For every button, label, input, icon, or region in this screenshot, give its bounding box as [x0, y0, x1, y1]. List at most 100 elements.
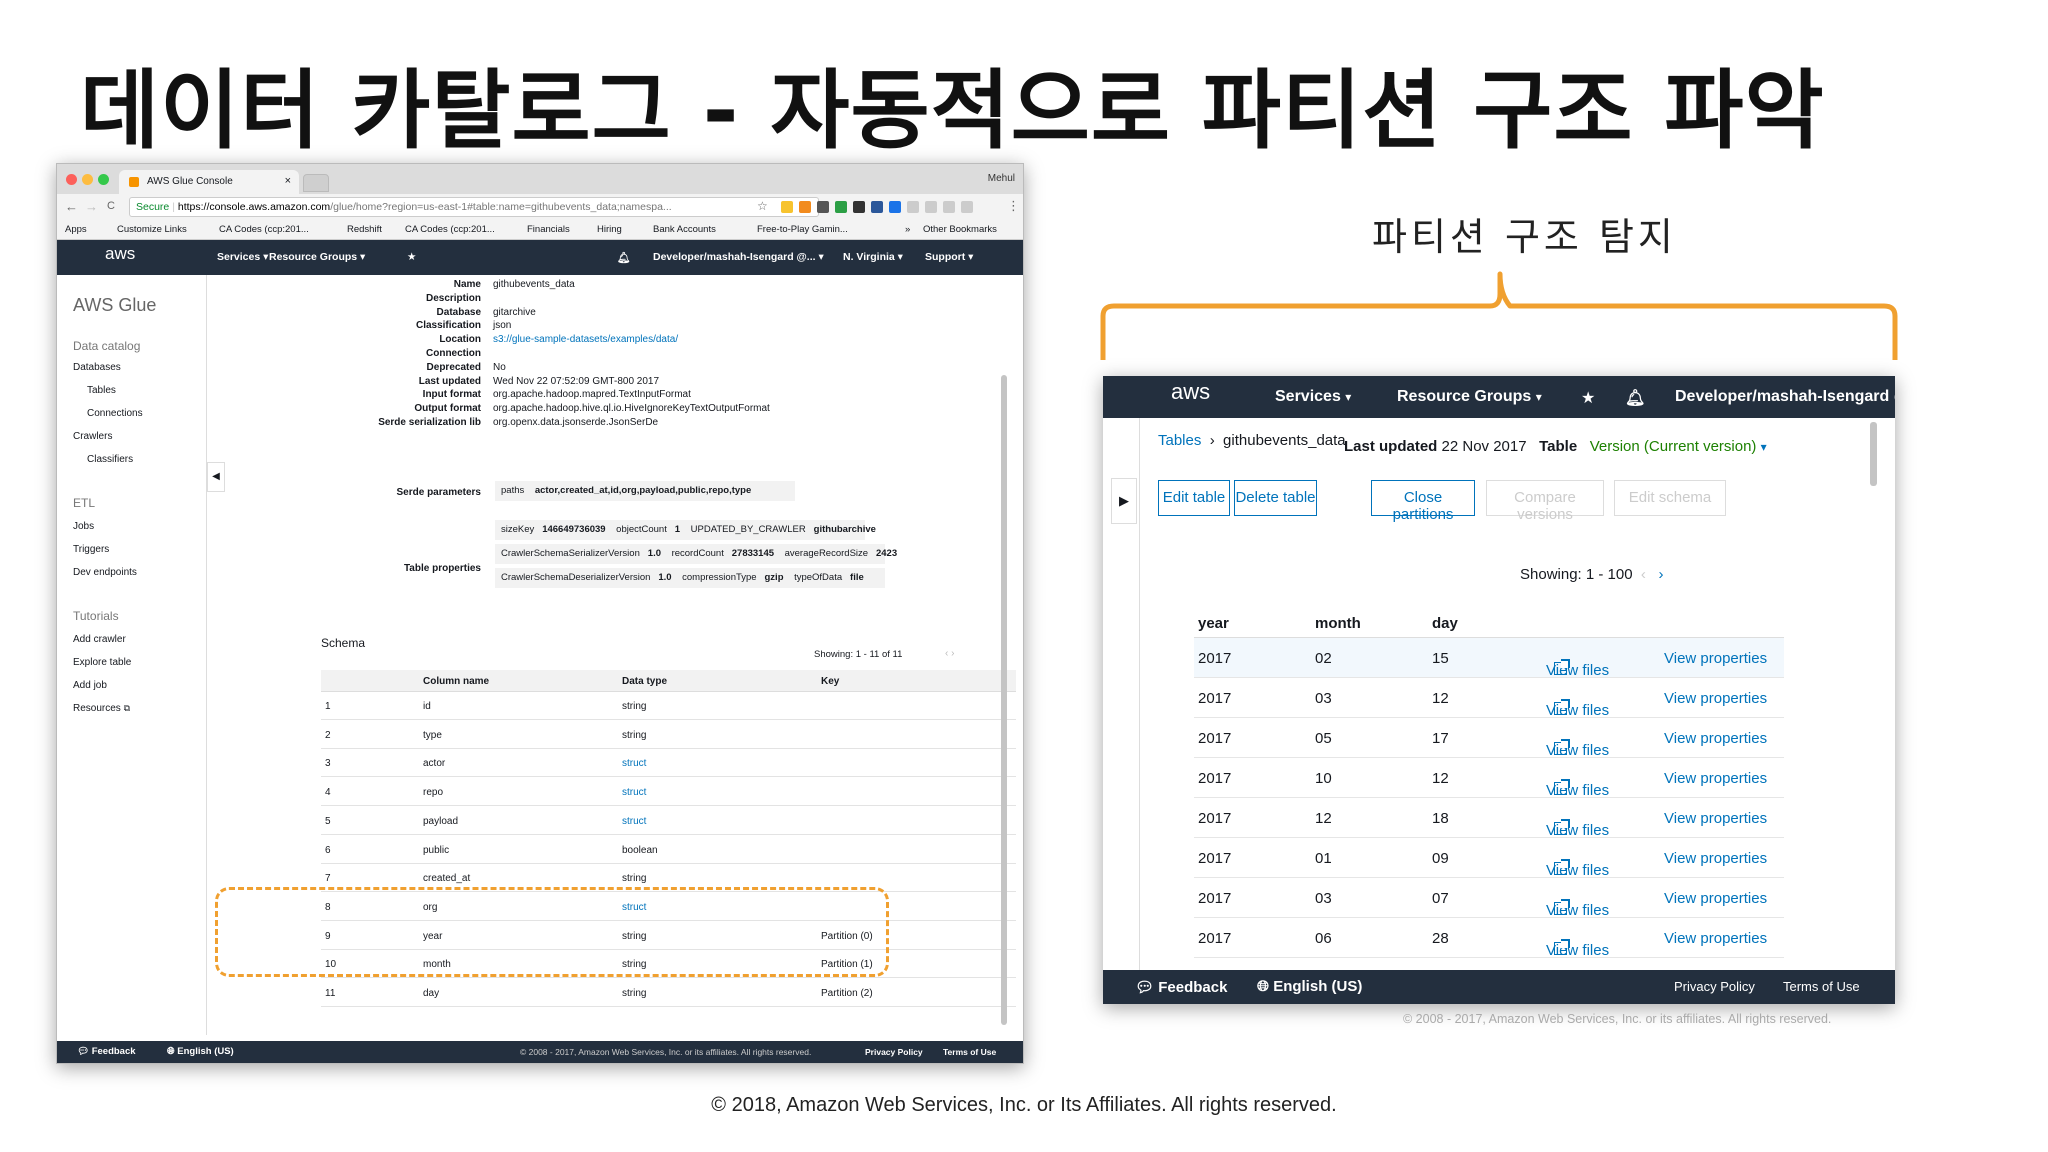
- sidebar-item-resources[interactable]: Resources ⧉: [73, 703, 130, 714]
- sidebar-item-connections[interactable]: Connections: [87, 408, 143, 419]
- extension-icon[interactable]: [943, 201, 955, 213]
- view-properties-link[interactable]: View properties: [1664, 690, 1767, 707]
- bookmark-other[interactable]: Other Bookmarks: [923, 224, 997, 235]
- schema-data-type[interactable]: struct: [622, 758, 646, 769]
- schema-data-type[interactable]: struct: [622, 787, 646, 798]
- services-menu[interactable]: Services ▾: [217, 251, 268, 263]
- sidebar-item-crawlers[interactable]: Crawlers: [73, 431, 112, 442]
- support-menu[interactable]: Support ▾: [925, 251, 973, 263]
- partitions-scrollbar[interactable]: [1870, 422, 1877, 486]
- property-value[interactable]: s3://glue-sample-datasets/examples/data/: [493, 334, 678, 345]
- bookmark-apps[interactable]: Apps: [65, 224, 87, 235]
- language-selector[interactable]: 🌐︎ English (US): [167, 1046, 234, 1057]
- view-files-link[interactable]: View files: [1546, 730, 1609, 759]
- terms-of-use-link[interactable]: Terms of Use: [1783, 979, 1860, 994]
- back-icon[interactable]: ←: [65, 199, 78, 214]
- sidebar-item-triggers[interactable]: Triggers: [73, 544, 109, 555]
- services-menu[interactable]: Services ▾: [1275, 388, 1351, 406]
- url-bar[interactable]: Secure | https://console.aws.amazon.com/…: [129, 197, 819, 217]
- bookmark-bank-accounts[interactable]: Bank Accounts: [653, 224, 716, 235]
- rss-extension-icon[interactable]: [799, 201, 811, 213]
- view-properties-link[interactable]: View properties: [1664, 810, 1767, 827]
- sidebar-item-add-crawler[interactable]: Add crawler: [73, 634, 126, 645]
- evernote-extension-icon[interactable]: [835, 201, 847, 213]
- sidebar-item-add-job[interactable]: Add job: [73, 680, 107, 691]
- expand-sidebar-button[interactable]: ▶: [1111, 478, 1137, 524]
- content-scrollbar[interactable]: [1001, 375, 1007, 1025]
- view-files-link[interactable]: View files: [1546, 850, 1609, 879]
- edit-table-button[interactable]: Edit table: [1158, 480, 1230, 516]
- schema-row[interactable]: 2 type string: [321, 721, 1016, 749]
- bookmark-ca-codes-2[interactable]: CA Codes (ccp:201...: [405, 224, 495, 235]
- reload-icon[interactable]: C: [107, 200, 115, 212]
- sidebar-item-jobs[interactable]: Jobs: [73, 521, 94, 532]
- privacy-policy-link[interactable]: Privacy Policy: [865, 1047, 923, 1057]
- schema-row[interactable]: 1 id string: [321, 692, 1016, 720]
- language-selector[interactable]: 🌐︎ English (US): [1257, 978, 1362, 995]
- bookmark-redshift[interactable]: Redshift: [347, 224, 382, 235]
- maximize-window-icon[interactable]: [98, 174, 109, 185]
- sidebar-item-databases[interactable]: Databases: [73, 362, 121, 373]
- extension-icon[interactable]: [781, 201, 793, 213]
- account-label[interactable]: Developer/mashah-Isengard @...: [1675, 388, 1895, 406]
- view-files-link[interactable]: View files: [1546, 930, 1609, 959]
- aws-logo[interactable]: aws: [105, 244, 135, 264]
- view-properties-link[interactable]: View properties: [1664, 850, 1767, 867]
- tab-close-icon[interactable]: ×: [285, 175, 291, 187]
- pocket-extension-icon[interactable]: [817, 201, 829, 213]
- aws-logo[interactable]: aws: [1171, 379, 1210, 405]
- view-properties-link[interactable]: View properties: [1664, 890, 1767, 907]
- bookmark-financials[interactable]: Financials: [527, 224, 570, 235]
- resource-groups-menu[interactable]: Resource Groups ▾: [269, 251, 365, 263]
- compare-versions-button[interactable]: Compare versions: [1486, 480, 1604, 523]
- m-extension-icon[interactable]: [871, 201, 883, 213]
- view-files-link[interactable]: View files: [1546, 770, 1609, 799]
- browser-menu-icon[interactable]: ⋮: [1007, 198, 1020, 214]
- bookmark-star-icon[interactable]: ☆: [757, 199, 768, 213]
- account-menu[interactable]: Developer/mashah-Isengard @... ▾: [653, 251, 824, 263]
- bell-icon[interactable]: 🔔︎: [617, 251, 630, 264]
- view-properties-link[interactable]: View properties: [1664, 650, 1767, 667]
- bookmarks-overflow[interactable]: »: [905, 224, 910, 235]
- new-tab-button[interactable]: [303, 174, 329, 192]
- view-properties-link[interactable]: View properties: [1664, 730, 1767, 747]
- delete-table-button[interactable]: Delete table: [1234, 480, 1317, 516]
- schema-row[interactable]: 3 actor struct: [321, 749, 1016, 778]
- bookmark-hiring[interactable]: Hiring: [597, 224, 622, 235]
- schema-row[interactable]: 11 day string Partition (2): [321, 979, 1016, 1007]
- view-properties-link[interactable]: View properties: [1664, 930, 1767, 947]
- extension-icon[interactable]: [961, 201, 973, 213]
- view-files-link[interactable]: View files: [1546, 810, 1609, 839]
- schema-row[interactable]: 4 repo struct: [321, 778, 1016, 807]
- view-properties-link[interactable]: View properties: [1664, 770, 1767, 787]
- view-files-link[interactable]: View files: [1546, 890, 1609, 919]
- terms-of-use-link[interactable]: Terms of Use: [943, 1047, 996, 1057]
- schema-row[interactable]: 6 public boolean: [321, 836, 1016, 864]
- region-menu[interactable]: N. Virginia ▾: [843, 251, 903, 263]
- resource-groups-menu[interactable]: Resource Groups ▾: [1397, 388, 1542, 406]
- close-window-icon[interactable]: [66, 174, 77, 185]
- view-files-link[interactable]: View files: [1546, 650, 1609, 679]
- sidebar-item-tables[interactable]: Tables: [87, 385, 116, 396]
- minimize-window-icon[interactable]: [82, 174, 93, 185]
- bookmark-free-to-play[interactable]: Free-to-Play Gamin...: [757, 224, 848, 235]
- pin-icon[interactable]: ★: [1581, 388, 1595, 408]
- bell-icon[interactable]: 🔔︎: [1625, 388, 1645, 408]
- schema-data-type[interactable]: struct: [622, 816, 646, 827]
- sidebar-collapse-button[interactable]: ◀: [207, 462, 225, 492]
- privacy-policy-link[interactable]: Privacy Policy: [1674, 979, 1755, 994]
- camera-extension-icon[interactable]: [853, 201, 865, 213]
- bookmark-ca-codes-1[interactable]: CA Codes (ccp:201...: [219, 224, 309, 235]
- sidebar-item-explore-table[interactable]: Explore table: [73, 657, 131, 668]
- cast-extension-icon[interactable]: [925, 201, 937, 213]
- pager-next[interactable]: ›: [1658, 566, 1663, 583]
- feedback-link[interactable]: 💬︎ Feedback: [77, 1046, 136, 1057]
- bookmark-customize-links[interactable]: Customize Links: [117, 224, 187, 235]
- pin-icon[interactable]: ★: [407, 251, 416, 263]
- browser-user[interactable]: Mehul: [988, 173, 1015, 184]
- breadcrumb-tables[interactable]: Tables: [1158, 432, 1201, 449]
- extension-icon[interactable]: [907, 201, 919, 213]
- edit-schema-button[interactable]: Edit schema: [1614, 480, 1726, 516]
- schema-pager[interactable]: ‹ ›: [945, 648, 954, 659]
- sidebar-item-dev-endpoints[interactable]: Dev endpoints: [73, 567, 137, 578]
